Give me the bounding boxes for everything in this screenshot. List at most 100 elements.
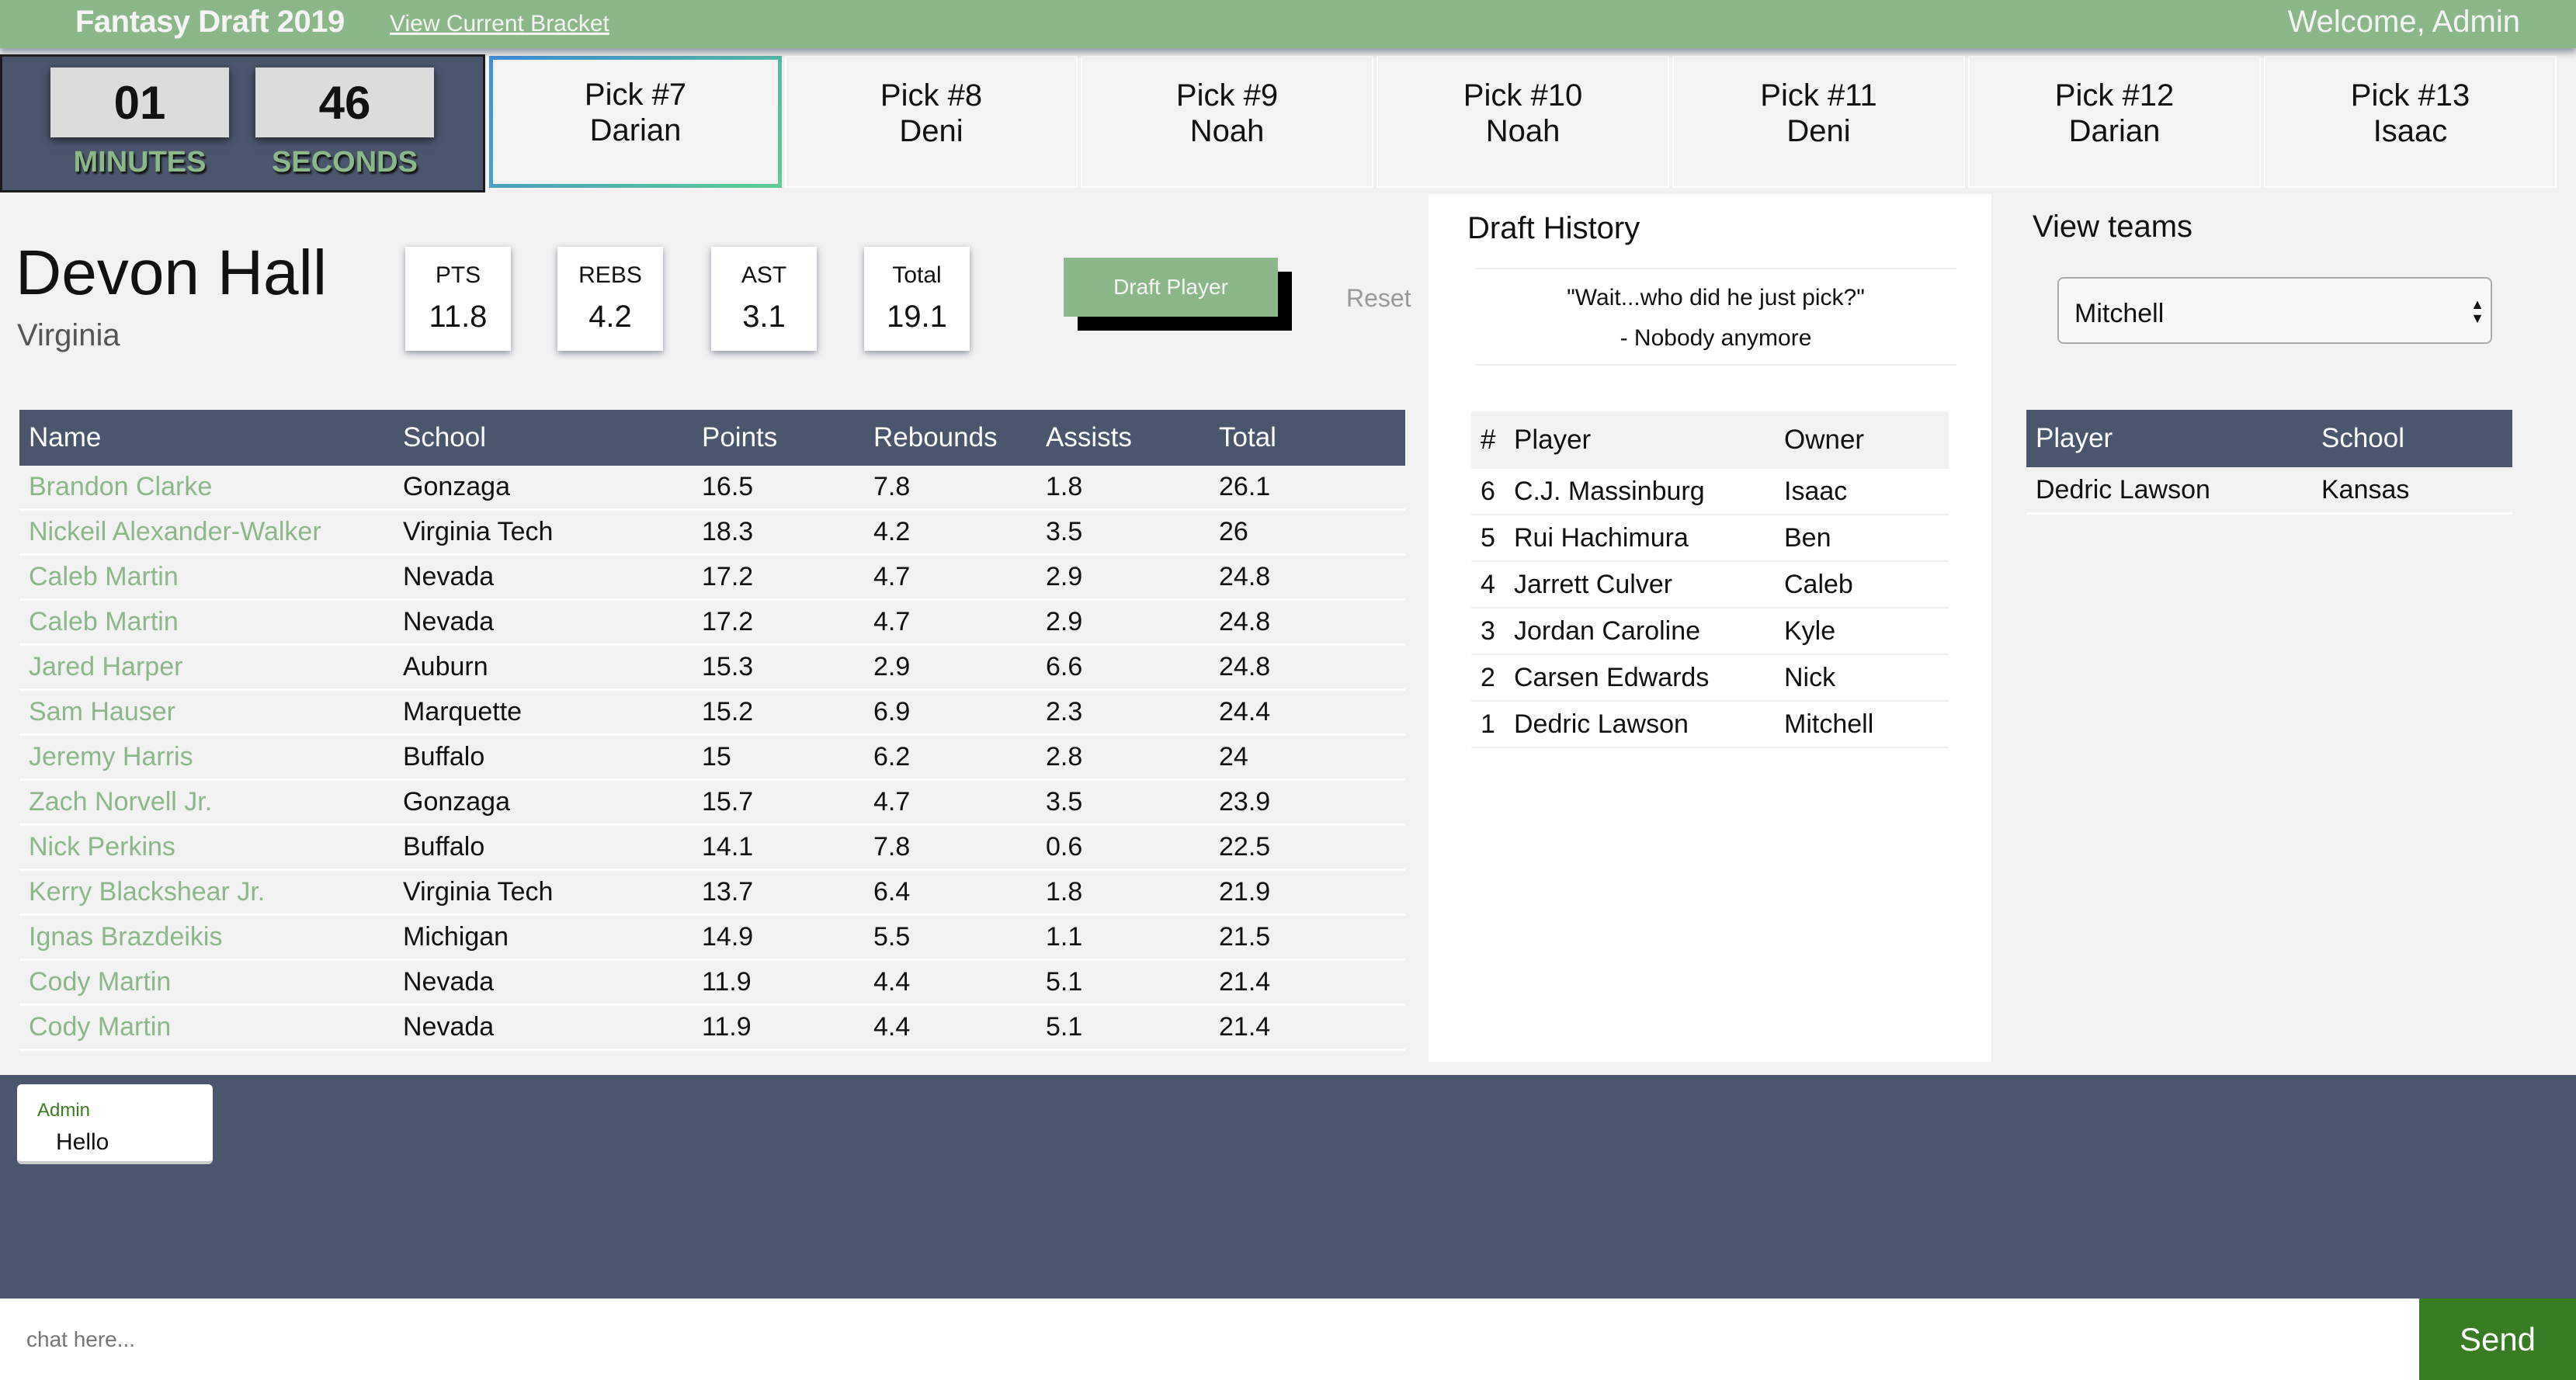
player-name-link[interactable]: Nickeil Alexander-Walker bbox=[19, 509, 394, 556]
column-header-rebounds[interactable]: Rebounds bbox=[864, 410, 1036, 466]
player-total: 26.1 bbox=[1210, 466, 1405, 511]
column-header-assists[interactable]: Assists bbox=[1036, 410, 1210, 466]
player-name-link[interactable]: Brandon Clarke bbox=[19, 466, 394, 511]
draft-history-row: 2 Carsen Edwards Nick bbox=[1471, 654, 1949, 702]
pick-card[interactable]: Pick #9 Noah bbox=[1081, 56, 1373, 188]
pick-owner: Ben bbox=[1775, 515, 1949, 562]
stat-label: AST bbox=[741, 262, 787, 288]
player-total: 21.4 bbox=[1210, 959, 1405, 1006]
player-row[interactable]: Brandon Clarke Gonzaga 16.5 7.8 1.8 26.1 bbox=[19, 466, 1405, 511]
player-name-link[interactable]: Kerry Blackshear Jr. bbox=[19, 869, 394, 916]
player-assists: 2.9 bbox=[1036, 554, 1210, 601]
player-points: 15.3 bbox=[693, 644, 864, 691]
pick-owner: Kyle bbox=[1775, 608, 1949, 655]
player-row[interactable]: Cody Martin Nevada 11.9 4.4 5.1 21.4 bbox=[19, 959, 1405, 1006]
player-total: 24.8 bbox=[1210, 599, 1405, 646]
column-header-total[interactable]: Total bbox=[1210, 410, 1405, 466]
pick-card[interactable]: Pick #11 Deni bbox=[1672, 56, 1965, 188]
player-school: Nevada bbox=[394, 1004, 693, 1051]
pick-number: Pick #10 bbox=[1463, 78, 1583, 113]
stat-value: 4.2 bbox=[588, 300, 632, 334]
pick-number: Pick #12 bbox=[2054, 78, 2175, 113]
column-header-pick-number: # bbox=[1471, 411, 1505, 469]
player-name-link[interactable]: Jeremy Harris bbox=[19, 734, 394, 781]
player-row[interactable]: Cody Martin Nevada 11.9 4.4 5.1 21.4 bbox=[19, 1004, 1405, 1051]
player-row[interactable]: Zach Norvell Jr. Gonzaga 15.7 4.7 3.5 23.9 bbox=[19, 779, 1405, 826]
reset-button[interactable]: Reset bbox=[1346, 284, 1411, 313]
roster-player: Dedric Lawson bbox=[2026, 467, 2312, 515]
pick-owner: Deni bbox=[899, 114, 963, 148]
player-row[interactable]: Nick Perkins Buffalo 14.1 7.8 0.6 22.5 bbox=[19, 824, 1405, 871]
player-row[interactable]: Jeremy Harris Buffalo 15 6.2 2.8 24 bbox=[19, 734, 1405, 781]
player-assists: 2.9 bbox=[1036, 599, 1210, 646]
chat-input[interactable] bbox=[0, 1299, 2419, 1380]
player-name-link[interactable]: Jared Harper bbox=[19, 644, 394, 691]
view-teams-title: View teams bbox=[2033, 210, 2193, 244]
drafted-player: C.J. Massinburg bbox=[1505, 469, 1775, 515]
player-points: 14.1 bbox=[693, 824, 864, 871]
stat-card-total: Total 19.1 bbox=[864, 247, 970, 351]
pick-owner: Darian bbox=[2068, 114, 2161, 148]
player-name-link[interactable]: Caleb Martin bbox=[19, 599, 394, 646]
draft-player-button[interactable]: Draft Player bbox=[1064, 258, 1278, 317]
player-points: 18.3 bbox=[693, 509, 864, 556]
player-row[interactable]: Jared Harper Auburn 15.3 2.9 6.6 24.8 bbox=[19, 644, 1405, 691]
player-name-link[interactable]: Cody Martin bbox=[19, 959, 394, 1006]
pick-owner: Caleb bbox=[1775, 561, 1949, 609]
pick-card-current[interactable]: Pick #7 Darian bbox=[489, 56, 782, 188]
player-points: 11.9 bbox=[693, 959, 864, 1006]
player-school: Nevada bbox=[394, 599, 693, 646]
pick-card[interactable]: Pick #13 Isaac bbox=[2264, 56, 2557, 188]
available-players-table: Name School Points Rebounds Assists Tota… bbox=[19, 410, 1405, 1051]
pick-number: 3 bbox=[1471, 608, 1505, 655]
player-assists: 5.1 bbox=[1036, 1004, 1210, 1051]
pick-card[interactable]: Pick #10 Noah bbox=[1377, 56, 1669, 188]
player-assists: 2.3 bbox=[1036, 689, 1210, 736]
pick-card[interactable]: Pick #8 Deni bbox=[785, 56, 1078, 188]
chat-message-text: Hello bbox=[56, 1129, 109, 1155]
column-header-name[interactable]: Name bbox=[19, 410, 394, 466]
player-name-link[interactable]: Nick Perkins bbox=[19, 824, 394, 871]
column-header-school[interactable]: School bbox=[394, 410, 693, 466]
drafted-player: Carsen Edwards bbox=[1505, 654, 1775, 702]
pick-number: Pick #13 bbox=[2350, 78, 2470, 113]
stat-value: 11.8 bbox=[429, 300, 488, 334]
player-name-link[interactable]: Caleb Martin bbox=[19, 554, 394, 601]
draft-history-panel: Draft History "Wait...who did he just pi… bbox=[1429, 194, 1991, 1062]
player-rebounds: 6.9 bbox=[864, 689, 1036, 736]
player-assists: 6.6 bbox=[1036, 644, 1210, 691]
player-assists: 1.1 bbox=[1036, 914, 1210, 961]
player-row[interactable]: Nickeil Alexander-Walker Virginia Tech 18.… bbox=[19, 509, 1405, 556]
chat-message: Admin Hello bbox=[17, 1084, 213, 1164]
player-name-link[interactable]: Zach Norvell Jr. bbox=[19, 779, 394, 826]
player-rebounds: 2.9 bbox=[864, 644, 1036, 691]
draft-history-row: 1 Dedric Lawson Mitchell bbox=[1471, 701, 1949, 748]
chat-message-author: Admin bbox=[37, 1100, 91, 1121]
pick-number: 6 bbox=[1471, 469, 1505, 515]
team-select-dropdown[interactable]: Mitchell ▲ ▼ bbox=[2057, 277, 2492, 344]
player-name-link[interactable]: Sam Hauser bbox=[19, 689, 394, 736]
pick-card[interactable]: Pick #12 Darian bbox=[1968, 56, 2261, 188]
player-row[interactable]: Kerry Blackshear Jr. Virginia Tech 13.7 6.4… bbox=[19, 869, 1405, 916]
player-name-link[interactable]: Ignas Brazdeikis bbox=[19, 914, 394, 961]
player-rebounds: 7.8 bbox=[864, 466, 1036, 511]
stat-value: 19.1 bbox=[887, 300, 947, 334]
player-row[interactable]: Caleb Martin Nevada 17.2 4.7 2.9 24.8 bbox=[19, 599, 1405, 646]
player-total: 21.9 bbox=[1210, 869, 1405, 916]
player-row[interactable]: Ignas Brazdeikis Michigan 14.9 5.5 1.1 21.5 bbox=[19, 914, 1405, 961]
stat-label: REBS bbox=[578, 262, 642, 288]
view-bracket-link[interactable]: View Current Bracket bbox=[390, 11, 609, 37]
player-row[interactable]: Caleb Martin Nevada 17.2 4.7 2.9 24.8 bbox=[19, 554, 1405, 601]
player-name-link[interactable]: Cody Martin bbox=[19, 1004, 394, 1051]
player-row[interactable]: Sam Hauser Marquette 15.2 6.9 2.3 24.4 bbox=[19, 689, 1405, 736]
draft-history-row: 4 Jarrett Culver Caleb bbox=[1471, 561, 1949, 609]
pick-owner: Noah bbox=[1485, 114, 1561, 148]
seconds-value: 46 bbox=[255, 68, 434, 137]
send-button[interactable]: Send bbox=[2419, 1299, 2576, 1380]
team-roster-row: Dedric Lawson Kansas bbox=[2026, 467, 2512, 515]
column-header-school: School bbox=[2312, 410, 2512, 467]
draft-history-row: 5 Rui Hachimura Ben bbox=[1471, 515, 1949, 562]
column-header-points[interactable]: Points bbox=[693, 410, 864, 466]
player-total: 24 bbox=[1210, 734, 1405, 781]
player-school: Nevada bbox=[394, 959, 693, 1006]
